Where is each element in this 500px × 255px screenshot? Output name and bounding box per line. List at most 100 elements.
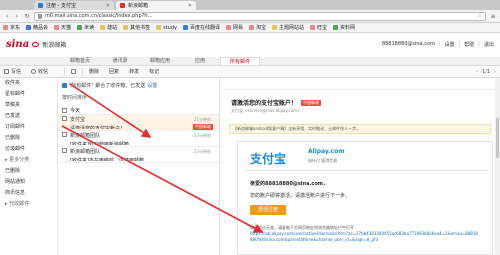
logo-wordmark: sina [6, 39, 30, 50]
close-tab-icon[interactable]: ✕ [106, 3, 110, 9]
receive-button[interactable]: 收信 [31, 68, 48, 75]
bookmark-icon [3, 25, 8, 30]
bookmark-icon [26, 25, 32, 30]
bookmark-folder[interactable]: 其他书签 [123, 24, 150, 31]
sidebar-item-starred[interactable]: 星标邮件 [0, 89, 57, 100]
forward-button[interactable]: 转发 [129, 68, 139, 75]
folder-icon [156, 25, 162, 30]
notice-link[interactable]: 设置 [147, 82, 157, 89]
alipay-logo: 支付宝 [250, 152, 287, 166]
bookmark-item[interactable]: 淘宝 [249, 24, 266, 31]
sidebar-group-more[interactable]: ▸ 更多分类 [0, 155, 57, 166]
sidebar-item-drafts[interactable]: 草稿夹 [0, 100, 57, 111]
bookmark-folder[interactable]: 主题网站站 [272, 24, 304, 31]
mail-toolbar: 写信 收信 删除 回复 转发 标记 ‹ 1/1 › [0, 66, 500, 78]
prev-page-icon[interactable]: ‹ [476, 69, 478, 75]
reply-button[interactable]: 回复 [109, 68, 119, 75]
aggregation-notice: "所有邮件" 聚合了收件箱、已发送 设置 [62, 81, 215, 90]
activation-link[interactable]: https://lab.alipay.com/user/activeUser/v… [250, 231, 480, 243]
reader-scrollbar[interactable] [495, 78, 500, 255]
bookmark-item[interactable]: 天猫 [54, 24, 71, 31]
sidebar-item-inbox[interactable]: 收件夹 [0, 78, 57, 89]
sidebar-item-business[interactable]: 商讯信息 [0, 188, 57, 199]
url-field[interactable]: m0.mail.sina.com.cn/classic/index.php?fr… [34, 11, 486, 21]
bookmark-item[interactable]: 网易 [225, 24, 243, 31]
sidebar-item-deleted[interactable]: 已删除 [0, 133, 57, 144]
activate-button[interactable]: 激活注册 [250, 205, 286, 215]
bookmark-item[interactable]: 资料网 [333, 24, 355, 31]
select-all-checkbox[interactable] [71, 69, 77, 74]
help-link[interactable]: 帮助 [464, 41, 474, 48]
bookmark-folder[interactable]: study [156, 25, 177, 31]
forward-icon[interactable]: › [14, 13, 20, 20]
sina-logo[interactable]: sina 新浪邮箱 [6, 39, 66, 50]
group-checkbox[interactable] [62, 107, 67, 113]
list-item[interactable]: 新浪邮箱团队 [收件夹]欢迎使用新浪邮箱 23分钟前 [58, 131, 219, 147]
sidebar-item-spam[interactable]: 垃圾邮件 [0, 144, 57, 155]
tab-all-mail[interactable]: 所有邮件 [220, 57, 260, 65]
greeting: 亲爱的88818880@sina.com， [250, 181, 328, 187]
page-info: 1/1 [481, 68, 490, 75]
delete-button[interactable]: 删除 [89, 68, 99, 75]
user-email[interactable]: 88818880@sina.com [382, 41, 435, 48]
mail-tag: 中国邮政 [193, 124, 213, 130]
tab-apps[interactable]: 应用 [180, 57, 220, 65]
mark-button[interactable]: 标记 [149, 68, 159, 75]
mail-from-line[interactable]: 支付宝 <service@mail.alipay.com> [231, 108, 300, 114]
next-page-icon[interactable]: › [494, 69, 496, 75]
bookmark-item[interactable]: 米读 [77, 24, 94, 31]
page-info-icon [38, 13, 42, 19]
bookmark-icon [333, 25, 339, 30]
pager: ‹ 1/1 › [476, 69, 496, 75]
bookmark-item[interactable]: 百度在线翻译 [182, 24, 220, 31]
bookmark-star-icon[interactable]: ☆ [478, 13, 482, 19]
tab-mail-apps[interactable]: 邮箱应用 [140, 57, 180, 65]
browser-tab-sina-mail[interactable]: 新浪邮箱 ✕ [116, 1, 196, 10]
mail-checkbox[interactable] [62, 148, 67, 153]
sort-row[interactable]: 按时间排序 [58, 93, 219, 102]
settings-link[interactable]: 设置 [445, 41, 455, 48]
mail-subject: [收件夹]不在电脑前，这样用邮箱… [70, 158, 149, 161]
logout-link[interactable]: 退出 [484, 41, 494, 48]
sidebar-item-sent[interactable]: 已发送 [0, 111, 57, 122]
tab-mail-home[interactable]: 邮箱首页 [60, 57, 100, 65]
back-icon[interactable]: ‹ [4, 13, 10, 20]
folder-icon [100, 25, 106, 30]
scrollbar-thumb[interactable] [496, 118, 499, 158]
bookmark-item[interactable]: 精品会 [26, 24, 48, 31]
group-header-today: 今天 [58, 106, 219, 115]
fallback-block: 如果点击无效，请复制下方网页地址到浏览器地址栏中打开： https://lab.… [250, 225, 480, 243]
mark-label: 标记 [149, 69, 160, 75]
mail-title: 请激活您的支付宝账户！ 中国邮政 [231, 98, 322, 107]
bookmark-item[interactable]: 京东 [3, 24, 20, 31]
write-button[interactable]: 写信 [4, 68, 21, 75]
bookmark-icon [182, 25, 188, 30]
list-item[interactable]: 新浪邮箱团队 [收件夹]不在电脑前，这样用邮箱… 23分钟前 [58, 147, 219, 163]
bookmark-folder[interactable]: 建站 [100, 24, 117, 31]
instruction-text: 您的账户即将激活，请激活账户进行下一步。 [250, 193, 351, 199]
sidebar-item-subscriptions[interactable]: 订阅邮件 [0, 122, 57, 133]
bookmark-item[interactable]: 旺宝 [310, 24, 327, 31]
mail-checkbox[interactable] [62, 116, 67, 121]
sidebar-group-fetch[interactable]: ▸ 代收邮件 [0, 199, 57, 210]
pencil-icon [4, 69, 9, 74]
mail-time: 23分钟前 [193, 133, 211, 138]
list-item[interactable]: 支付宝 请激活您的支付宝账户！ 21分钟前 中国邮政 [58, 115, 219, 131]
reading-pane: 请激活您的支付宝账户！ 中国邮政 支付宝 <service@mail.alipa… [221, 78, 500, 255]
sort-label: 按时间排序 [62, 95, 88, 101]
close-tab-icon[interactable]: ✕ [188, 3, 192, 9]
browser-tab-alipay[interactable]: 注册 - 支付宝 ✕ [34, 1, 114, 10]
reload-icon[interactable]: ↻ [24, 13, 30, 20]
tab-contacts[interactable]: 通讯录 [100, 57, 140, 65]
folder-sidebar: 收件夹 星标邮件 草稿夹 已发送 订阅邮件 已删除 垃圾邮件 ▸ 更多分类 已删… [0, 78, 58, 255]
mail-checkbox[interactable] [62, 132, 67, 137]
sidebar-item-deleted-2[interactable]: 已删除 [0, 166, 57, 177]
promo-banner[interactable]: 【新浪邮箱android版客户端】全新亮相，实时推送，让邮件快人一步。 [229, 124, 491, 134]
bookmark-icon [225, 25, 231, 30]
bookmarks-bar: 京东 精品会 天猫 米读 建站 其他书签 study 百度在线翻译 网易 淘宝 … [0, 23, 500, 33]
sidebar-item-site-notice[interactable]: 网站通知 [0, 177, 57, 188]
tab-label: 新浪邮箱 [128, 3, 149, 9]
folder-icon [123, 25, 129, 30]
menu-icon[interactable]: ≡ [490, 13, 496, 20]
service-name: 新浪邮箱 [42, 42, 67, 49]
